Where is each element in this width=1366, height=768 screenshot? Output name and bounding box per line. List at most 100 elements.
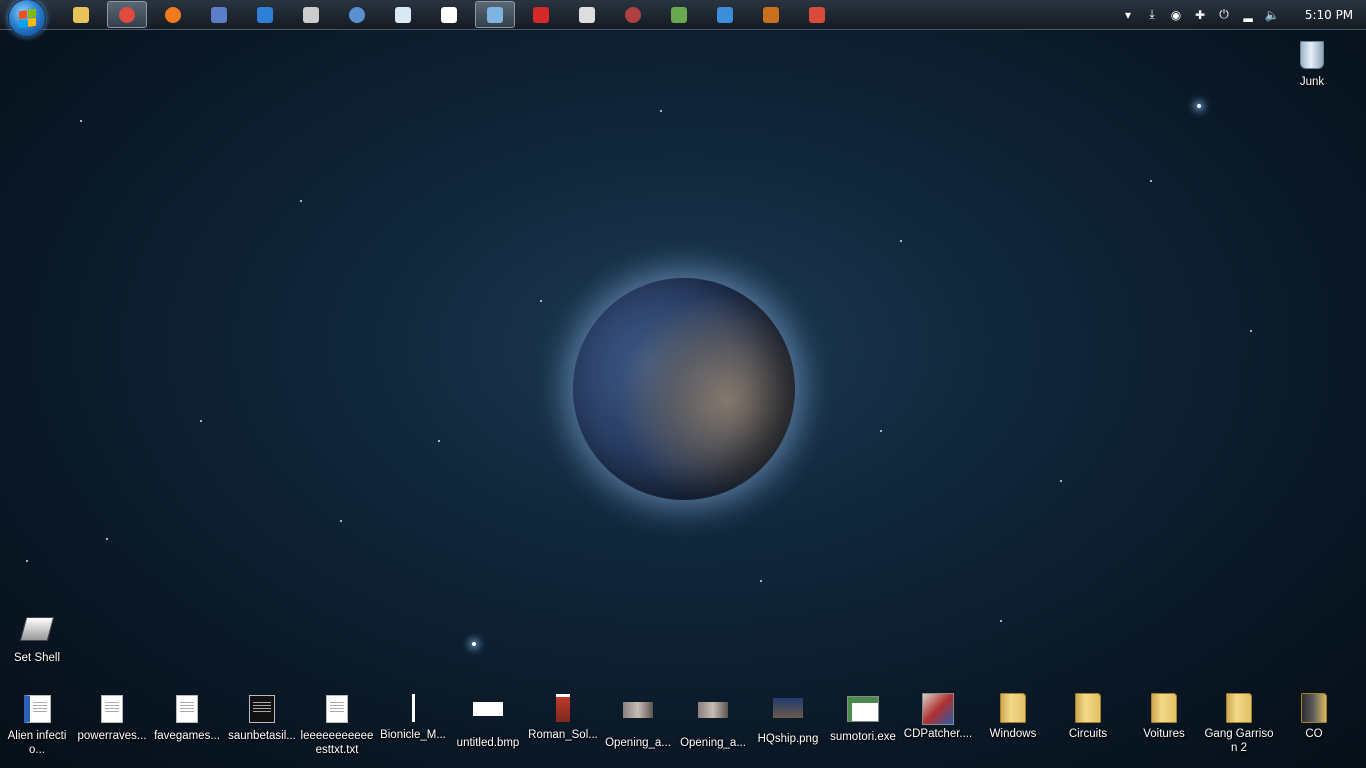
image-thin-icon bbox=[411, 694, 415, 722]
desktop-icon-label: Bionicle_M... bbox=[380, 729, 446, 741]
desktop-icon-set-shell[interactable]: Set Shell bbox=[0, 612, 74, 665]
desktop-icon-label: untitled.bmp bbox=[456, 737, 520, 749]
word-doc-icon bbox=[23, 695, 51, 723]
desktop-icon-bottom-0[interactable]: Alien infectio... bbox=[0, 692, 74, 757]
folder-icon bbox=[1226, 693, 1252, 723]
taskbar-explorer-button[interactable] bbox=[61, 1, 101, 28]
desktop-icon-label: leeeeeeeeeee esttxt.txt bbox=[300, 730, 374, 756]
doc-icon bbox=[326, 695, 348, 723]
taskbar-notepad-button[interactable] bbox=[383, 1, 423, 28]
desktop-icon-bottom-3[interactable]: saunbetasil... bbox=[225, 692, 299, 743]
desktop-icon-label: CDPatcher.... bbox=[903, 728, 973, 740]
folder-icon bbox=[1151, 693, 1177, 723]
volume-tray-icon[interactable]: 🔈 bbox=[1264, 7, 1280, 23]
desktop-icon-bottom-16[interactable]: Gang Garrison 2 bbox=[1202, 692, 1276, 755]
folder-icon bbox=[1000, 693, 1026, 723]
red-cross-tray-icon[interactable]: ✚ bbox=[1192, 7, 1208, 23]
image-white-icon bbox=[473, 702, 503, 716]
desktop-icon-label: Junk bbox=[1299, 76, 1325, 88]
desktop-icon-label: Circuits bbox=[1068, 728, 1108, 740]
desktop-icon-bottom-17[interactable]: CO bbox=[1277, 692, 1351, 741]
chrome-icon bbox=[119, 6, 135, 23]
taskbar-chrome-button[interactable] bbox=[107, 1, 147, 28]
game-icon bbox=[303, 6, 319, 23]
desktop-icon-bottom-7[interactable]: Roman_Sol... bbox=[526, 692, 600, 742]
taskbar-wordpad-button[interactable] bbox=[429, 1, 469, 28]
taskbar-steam-client-button[interactable] bbox=[475, 1, 515, 28]
taskbar-paint-app-button[interactable] bbox=[797, 1, 837, 28]
steam-icon bbox=[579, 6, 595, 23]
desktop-icon-label: Windows bbox=[989, 728, 1037, 740]
paint-app-icon bbox=[809, 6, 825, 23]
document-viewer-icon bbox=[211, 6, 227, 23]
desktop-icon-bottom-9[interactable]: Opening_a... bbox=[676, 692, 750, 750]
taskbar-minecraft-button[interactable] bbox=[659, 1, 699, 28]
desktop-icon-label: powerraves... bbox=[77, 730, 147, 742]
desktop-icon-bottom-13[interactable]: Windows bbox=[976, 692, 1050, 741]
desktop-icon-label: HQship.png bbox=[757, 733, 819, 745]
image-dark-icon bbox=[249, 695, 275, 723]
show-hidden-icons-icon[interactable]: ▾ bbox=[1120, 7, 1136, 23]
taskbar-globe-button[interactable] bbox=[337, 1, 377, 28]
taskbar-firefox-button[interactable] bbox=[153, 1, 193, 28]
image-soldier-icon bbox=[556, 694, 570, 722]
desktop-icon-bottom-12[interactable]: CDPatcher.... bbox=[901, 692, 975, 741]
windows-logo-icon bbox=[18, 8, 36, 28]
desktop-icon-junk[interactable]: Junk bbox=[1275, 38, 1349, 89]
doc-icon bbox=[101, 695, 123, 723]
desktop-icon-bottom-4[interactable]: leeeeeeeeeee esttxt.txt bbox=[300, 692, 374, 757]
desktop-icon-label: favegames... bbox=[154, 730, 220, 742]
firefox-icon bbox=[165, 6, 181, 23]
download-tray-icon[interactable]: ⤓ bbox=[1144, 7, 1160, 23]
photoshop-elements-icon bbox=[257, 6, 273, 23]
taskbar-disc-app-button[interactable] bbox=[613, 1, 653, 28]
desktop-icon-label: Alien infectio... bbox=[7, 730, 67, 756]
network-tray-icon[interactable]: ▂ bbox=[1240, 7, 1256, 23]
taskbar-pcd-button[interactable] bbox=[751, 1, 791, 28]
desktop-icon-bottom-8[interactable]: Opening_a... bbox=[601, 692, 675, 750]
desktop-icon-label: saunbetasil... bbox=[228, 730, 296, 742]
desktop-icon-bottom-1[interactable]: powerraves... bbox=[75, 692, 149, 743]
desktop-icon-label: Gang Garrison 2 bbox=[1204, 728, 1274, 754]
clock[interactable]: 5:10 PM bbox=[1296, 8, 1362, 22]
wallpaper-planet bbox=[573, 278, 795, 500]
desktop-icon-bottom-14[interactable]: Circuits bbox=[1051, 692, 1125, 741]
taskbar-game-button[interactable] bbox=[291, 1, 331, 28]
desktop-icon-bottom-10[interactable]: HQship.png bbox=[751, 692, 825, 746]
taskbar-steam-button[interactable] bbox=[567, 1, 607, 28]
image-photo-icon bbox=[623, 702, 653, 718]
image-photo-icon bbox=[698, 702, 728, 718]
bin-icon bbox=[1300, 41, 1324, 69]
power-tray-icon[interactable]: ⏻ bbox=[1216, 7, 1232, 23]
desktop-icon-bottom-6[interactable]: untitled.bmp bbox=[451, 692, 525, 750]
desktop-icon-label: Opening_a... bbox=[680, 737, 746, 749]
disc-app-icon bbox=[625, 6, 641, 23]
wordpad-icon bbox=[441, 6, 457, 23]
system-tray: ▾ ⤓ ◉ ✚ ⏻ ▂ 🔈 5:10 PM bbox=[1116, 0, 1366, 29]
taskbar-pinned-apps bbox=[58, 0, 840, 29]
desktop-icon-label: CO bbox=[1305, 728, 1323, 740]
desktop-icon-label: Opening_a... bbox=[605, 737, 671, 749]
desktop-icon-bottom-15[interactable]: Voitures bbox=[1127, 692, 1201, 741]
folder-dark-icon bbox=[1301, 693, 1327, 723]
3d-box-icon bbox=[717, 6, 733, 23]
image-ship-icon bbox=[773, 698, 803, 718]
globe-icon bbox=[349, 6, 365, 23]
taskbar-3d-box-button[interactable] bbox=[705, 1, 745, 28]
desktop-icon-bottom-5[interactable]: Bionicle_M... bbox=[376, 692, 450, 742]
steam-tray-icon[interactable]: ◉ bbox=[1168, 7, 1184, 23]
desktop-icon-bottom-11[interactable]: sumotori.exe bbox=[826, 692, 900, 744]
start-button[interactable] bbox=[8, 0, 46, 37]
desktop-icon-bottom-2[interactable]: favegames... bbox=[150, 692, 224, 743]
pcd-icon bbox=[763, 6, 779, 23]
taskbar-red-cross-app-button[interactable] bbox=[521, 1, 561, 28]
taskbar: ▾ ⤓ ◉ ✚ ⏻ ▂ 🔈 5:10 PM bbox=[0, 0, 1366, 37]
desktop-icon-label: sumotori.exe bbox=[830, 731, 896, 743]
taskbar-photoshop-elements-button[interactable] bbox=[245, 1, 285, 28]
taskbar-document-viewer-button[interactable] bbox=[199, 1, 239, 28]
notepad-icon bbox=[395, 6, 411, 23]
shortcut-icon bbox=[19, 617, 55, 641]
desktop-icon-label: Voitures bbox=[1143, 728, 1185, 740]
exe-cd-icon bbox=[922, 693, 954, 725]
steam-client-icon bbox=[487, 6, 503, 23]
